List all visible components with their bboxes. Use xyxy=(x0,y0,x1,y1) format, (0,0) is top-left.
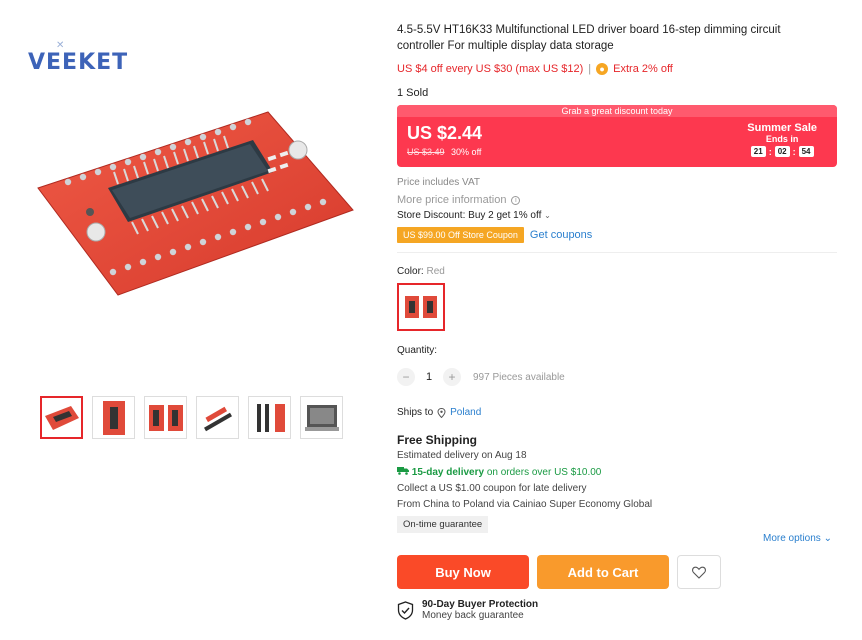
thumbnail-strip xyxy=(40,396,343,439)
sale-countdown: Summer Sale Ends in 21 : 02 : 54 xyxy=(747,122,817,157)
ships-to-country[interactable]: Poland xyxy=(450,407,481,418)
old-price-row: US $3.49 30% off xyxy=(407,147,481,157)
thumbnail-2[interactable] xyxy=(92,396,135,439)
quantity-decrease-button[interactable]: − xyxy=(397,368,415,386)
store-discount[interactable]: Store Discount: Buy 2 get 1% off ⌄ xyxy=(397,210,837,221)
product-info-panel: 4.5-5.5V HT16K33 Multifunctional LED dri… xyxy=(397,22,837,621)
current-price: US $2.44 xyxy=(407,123,483,143)
countdown-timer: 21 : 02 : 54 xyxy=(747,146,817,157)
color-value: Red xyxy=(426,266,445,277)
quantity-label: Quantity: xyxy=(397,345,438,356)
heart-icon xyxy=(692,566,706,579)
chevron-down-icon[interactable]: ⌄ xyxy=(544,211,551,220)
divider xyxy=(397,252,837,253)
estimated-delivery: Estimated delivery on Aug 18 xyxy=(397,450,527,461)
protection-subtitle: Money back guarantee xyxy=(422,610,524,621)
extra-discount[interactable]: Extra 2% off xyxy=(613,63,673,75)
add-to-cart-button[interactable]: Add to Cart xyxy=(537,555,669,589)
more-options-label[interactable]: More options xyxy=(763,533,821,544)
info-icon[interactable]: i xyxy=(511,195,521,205)
more-options-link[interactable]: More options ⌄ xyxy=(763,533,862,544)
main-product-image[interactable] xyxy=(28,100,358,300)
old-price: US $3.49 xyxy=(407,147,445,157)
thumbnail-4[interactable] xyxy=(196,396,239,439)
brand-name: VEEKET xyxy=(28,50,129,75)
color-label-text: Color: xyxy=(397,266,424,277)
timer-seconds: 54 xyxy=(798,146,814,157)
discount-percent: 30% off xyxy=(451,147,482,157)
location-pin-icon xyxy=(437,407,446,418)
store-discount-text[interactable]: Store Discount: Buy 2 get 1% off xyxy=(397,210,541,221)
fast-delivery: 15-day delivery xyxy=(411,467,485,478)
timer-colon: : xyxy=(768,146,772,157)
buyer-protection[interactable]: 90-Day Buyer Protection Money back guara… xyxy=(397,599,837,621)
color-label: Color: Red xyxy=(397,266,837,277)
timer-minutes: 02 xyxy=(774,146,790,157)
coin-icon: ● xyxy=(596,63,609,75)
buyer-protection-text: 90-Day Buyer Protection Money back guara… xyxy=(422,599,538,621)
timer-hours: 21 xyxy=(750,146,766,157)
promo-separator: | xyxy=(588,63,592,75)
promo-text[interactable]: US $4 off every US $30 (max US $12) xyxy=(397,63,583,75)
product-title: 4.5-5.5V HT16K33 Multifunctional LED dri… xyxy=(397,24,781,52)
more-price-label[interactable]: More price information xyxy=(397,194,506,206)
thumbnail-5[interactable] xyxy=(248,396,291,439)
more-price-info[interactable]: More price information i xyxy=(397,194,837,206)
shipping-route: From China to Poland via Cainiao Super E… xyxy=(397,499,653,510)
quantity-value[interactable]: 1 xyxy=(423,371,435,383)
promo-row: US $4 off every US $30 (max US $12) | ● … xyxy=(397,63,837,75)
deal-banner-text: Grab a great discount today xyxy=(397,105,837,117)
chevron-down-icon[interactable]: ⌄ xyxy=(824,533,832,544)
shield-check-icon xyxy=(397,600,414,620)
action-buttons: Buy Now Add to Cart xyxy=(397,555,837,589)
wishlist-button[interactable] xyxy=(677,555,721,589)
fast-delivery-condition: on orders over US $10.00 xyxy=(486,467,602,478)
thumbnail-3[interactable] xyxy=(144,396,187,439)
protection-title: 90-Day Buyer Protection xyxy=(422,599,539,610)
on-time-guarantee-badge[interactable]: On-time guarantee xyxy=(397,516,489,533)
timer-colon: : xyxy=(792,146,796,157)
late-delivery-coupon: Collect a US $1.00 coupon for late deliv… xyxy=(397,483,587,494)
truck-icon xyxy=(397,467,409,475)
pieces-available: 997 Pieces available xyxy=(473,371,565,383)
ends-in-label: Ends in xyxy=(765,134,799,144)
fast-delivery-row: 15-day delivery on orders over US $10.00 xyxy=(397,466,837,478)
brand-logo[interactable]: ✕ VEEKET xyxy=(26,40,129,80)
buy-now-button[interactable]: Buy Now xyxy=(397,555,529,589)
ships-to-label: Ships to xyxy=(397,407,434,418)
quantity-stepper: − 1 + 997 Pieces available xyxy=(397,368,837,386)
thumbnail-1[interactable] xyxy=(40,396,83,439)
sale-title: Summer Sale xyxy=(747,122,817,134)
vat-note: Price includes VAT xyxy=(397,177,480,188)
ships-to-row: Ships to Poland xyxy=(397,407,837,418)
color-swatch-red[interactable] xyxy=(397,283,445,331)
quantity-increase-button[interactable]: + xyxy=(443,368,461,386)
deal-banner: Grab a great discount today US $2.44 US … xyxy=(397,105,837,167)
coupon-row: US $99.00 Off Store Coupon Get coupons xyxy=(397,227,837,243)
store-coupon-badge[interactable]: US $99.00 Off Store Coupon xyxy=(397,227,524,243)
thumbnail-6[interactable] xyxy=(300,396,343,439)
free-shipping-title: Free Shipping xyxy=(397,433,478,447)
sold-count: 1 Sold xyxy=(397,87,429,99)
get-coupons-link[interactable]: Get coupons xyxy=(530,229,592,241)
